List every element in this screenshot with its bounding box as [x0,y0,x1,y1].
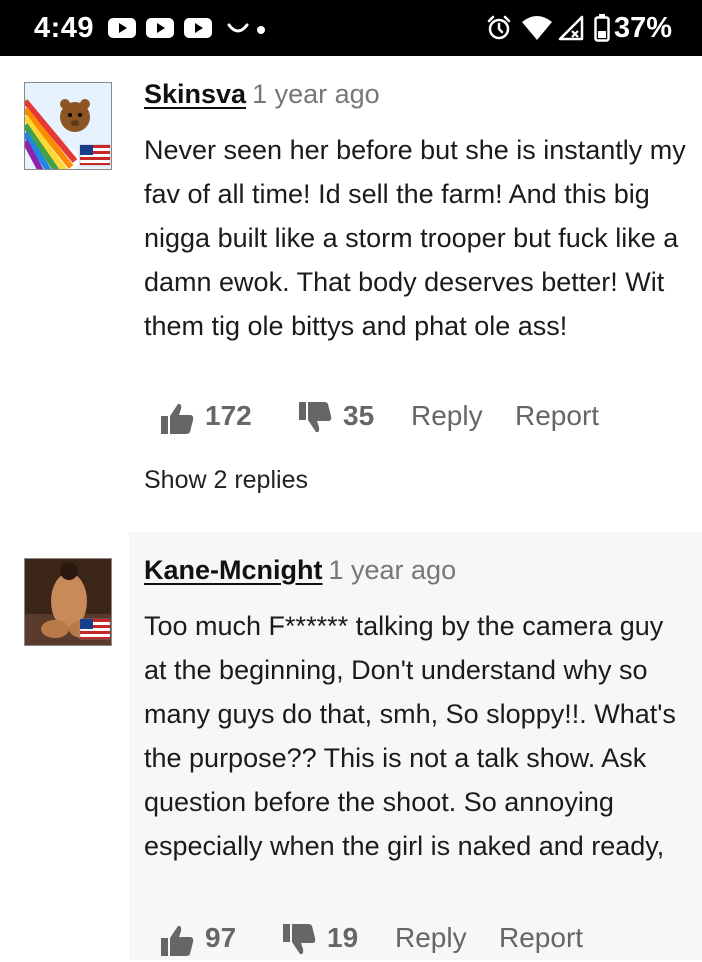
wifi-icon [522,16,552,40]
like-count: 172 [205,400,252,431]
avatar-image [25,83,111,169]
comment-body: Kane-Mcnight 1 year ago Too much F****** … [129,532,702,960]
comment-item: Kane-Mcnight 1 year ago Too much F****** … [0,532,702,960]
avatar[interactable] [24,558,112,646]
dislike-count: 35 [343,400,375,431]
username-link[interactable]: Kane-Mcnight [144,555,323,585]
username-link[interactable]: Skinsva [144,79,246,109]
battery-percent: 37% [614,12,673,44]
comment-meta: Kane-Mcnight 1 year ago [144,552,456,588]
comment-body: Skinsva 1 year ago Never seen her before … [129,56,702,536]
thumbs-down-icon[interactable] [297,400,333,436]
like-count: 97 [205,922,237,953]
thumbs-up-icon[interactable] [159,922,195,958]
status-bar: 4:49 37% [0,0,702,56]
battery-icon [594,14,610,42]
timestamp: 1 year ago [252,79,380,109]
us-flag-icon [79,618,111,640]
reply-button[interactable]: Reply [411,400,483,432]
comment-text: Too much F****** talking by the camera g… [144,611,676,861]
dot-icon [257,26,265,34]
report-button[interactable]: Report [515,400,599,432]
comment-actions: 97 19 Reply Report [159,922,699,962]
signal-icon [558,15,584,41]
comments-list: Skinsva 1 year ago Never seen her before … [0,56,702,960]
comment-text: Never seen her before but she is instant… [144,135,686,341]
thumbs-down-icon[interactable] [281,922,317,958]
alarm-icon [487,15,511,40]
smile-icon [227,23,249,33]
comment-meta: Skinsva 1 year ago [144,76,380,112]
thumbs-up-icon[interactable] [159,400,195,436]
comment-item: Skinsva 1 year ago Never seen her before … [0,56,702,536]
timestamp: 1 year ago [328,555,457,585]
show-replies-button[interactable]: Show 2 replies [144,466,308,495]
avatar[interactable] [24,82,112,170]
avatar-image [25,559,111,645]
us-flag-icon [79,144,111,166]
youtube-icon [184,18,212,38]
youtube-icon [108,18,136,38]
youtube-icon [146,18,174,38]
dislike-count: 19 [327,922,359,953]
status-time: 4:49 [34,12,95,44]
report-button[interactable]: Report [499,922,583,954]
reply-button[interactable]: Reply [395,922,467,954]
comment-actions: 172 35 Reply Report [159,400,699,440]
